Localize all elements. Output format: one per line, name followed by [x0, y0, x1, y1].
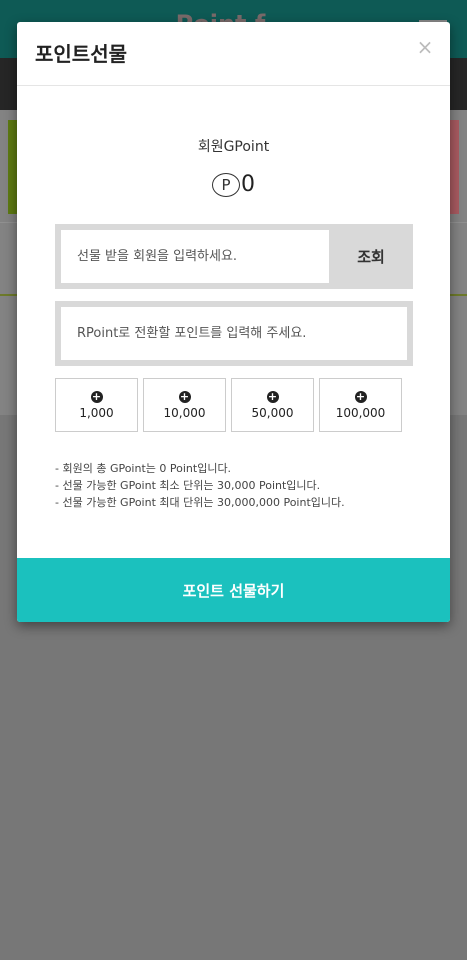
amount-label: 50,000: [251, 405, 294, 420]
point-amount: [55, 301, 413, 366]
modal-title: 포인트선물: [35, 42, 127, 66]
add-1000-button[interactable]: + 1,000: [55, 378, 138, 432]
quick-amount-buttons: + 1,000 + 10,000 + 50,000 + 100,000: [55, 378, 405, 432]
member-search: 조회: [55, 224, 413, 289]
notice-item: - 선물 가능한 GPoint 최소 단위는 30,000 Point입니다.: [55, 479, 321, 492]
amount-label: 10,000: [163, 405, 206, 420]
notice-list: - 회원의 총 GPoint는 0 Point입니다. - 선물 가능한 GPo…: [55, 460, 435, 511]
point-gift-modal: 포인트선물 × 회원GPoint P0 조회 + 1,000 + 10,000 …: [17, 22, 450, 622]
plus-circle-icon: +: [178, 389, 191, 403]
search-button[interactable]: 조회: [329, 230, 413, 283]
gpoint-label: 회원GPoint: [197, 139, 270, 155]
plus-circle-icon: +: [90, 389, 103, 403]
close-icon[interactable]: ×: [414, 36, 436, 58]
add-10000-button[interactable]: + 10,000: [143, 378, 226, 432]
add-100000-button[interactable]: + 100,000: [319, 378, 402, 432]
point-icon: P: [212, 172, 240, 197]
gpoint-value: 0: [241, 172, 255, 197]
gpoint-balance: P0: [17, 172, 450, 197]
amount-label: 1,000: [79, 405, 114, 420]
plus-circle-icon: +: [266, 389, 279, 403]
add-50000-button[interactable]: + 50,000: [231, 378, 314, 432]
member-search-input[interactable]: [61, 230, 329, 283]
amount-label: 100,000: [335, 405, 386, 420]
gift-points-button[interactable]: 포인트 선물하기: [17, 558, 450, 622]
modal-header: 포인트선물 ×: [17, 22, 450, 86]
plus-circle-icon: +: [354, 389, 367, 403]
notice-item: - 선물 가능한 GPoint 최대 단위는 30,000,000 Point입…: [55, 496, 345, 509]
point-amount-input[interactable]: [61, 307, 407, 360]
notice-item: - 회원의 총 GPoint는 0 Point입니다.: [55, 462, 232, 475]
